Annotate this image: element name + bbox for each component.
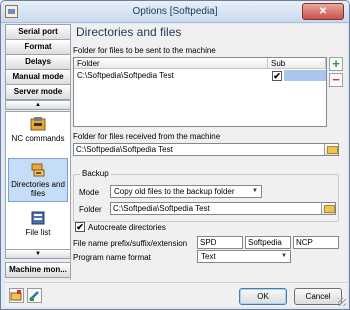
backup-mode-select[interactable]: Copy old files to the backup folder ▼ — [110, 185, 262, 198]
options-window: Options [Softpedia] ✕ Serial port Format… — [0, 0, 350, 310]
backup-folder-field[interactable]: C:\Softpedia\Softpedia Test — [110, 202, 336, 215]
sidebar-item-nc-commands[interactable]: NC commands — [8, 116, 68, 143]
row-selection-highlight — [284, 70, 326, 81]
send-folders-list[interactable]: Folder Sub C:\Softpedia\Softpedia Test ✔ — [73, 57, 327, 127]
title-bar[interactable]: Options [Softpedia] ✕ — [1, 1, 349, 23]
directories-panel: Directories and files Folder for files t… — [73, 24, 347, 282]
sidebar-item-server-mode[interactable]: Server mode — [5, 84, 71, 100]
extension-field[interactable]: NCP — [293, 236, 339, 249]
ok-button[interactable]: OK — [239, 288, 287, 305]
program-name-format-label: Program name format — [73, 253, 151, 262]
autocreate-checkbox[interactable]: ✔ — [75, 222, 85, 232]
page-title: Directories and files — [76, 25, 182, 39]
sidebar-panel: NC commands Directories and files File l… — [5, 111, 71, 257]
remove-folder-button[interactable]: − — [329, 73, 343, 87]
program-name-format-value: Text — [201, 252, 216, 261]
sidebar-scroll-up-button[interactable]: ▲ — [5, 100, 71, 110]
pencil-tool-button[interactable] — [27, 288, 42, 303]
table-row[interactable]: C:\Softpedia\Softpedia Test ✔ — [74, 70, 326, 81]
sidebar-item-manual-mode[interactable]: Manual mode — [5, 69, 71, 85]
cancel-button[interactable]: Cancel — [294, 288, 342, 305]
dialog-body: Serial port Format Delays Manual mode Se… — [5, 24, 347, 307]
receive-folder-value: C:\Softpedia\Softpedia Test — [76, 145, 173, 154]
program-name-format-select[interactable]: Text ▼ — [197, 250, 291, 263]
send-folder-label: Folder for files to be sent to the machi… — [73, 46, 216, 55]
browse-folder-icon[interactable] — [324, 144, 338, 155]
pencil-icon — [29, 291, 39, 301]
backup-folder-label: Folder — [79, 205, 102, 214]
receive-folder-label: Folder for files received from the machi… — [73, 132, 221, 141]
prefix-field[interactable]: SPD — [197, 236, 243, 249]
autocreate-label: Autocreate directories — [88, 223, 166, 232]
suffix-field[interactable]: Softpedia — [245, 236, 291, 249]
sidebar-item-label: NC commands — [11, 134, 65, 143]
window-title: Options [Softpedia] — [132, 6, 218, 17]
add-folder-button[interactable]: + — [329, 57, 343, 71]
backup-folder-value: C:\Softpedia\Softpedia Test — [113, 204, 210, 213]
column-header-sub[interactable]: Sub — [268, 58, 326, 69]
sidebar-item-serial-port[interactable]: Serial port — [5, 24, 71, 40]
sidebar-item-directories-and-files[interactable]: Directories and files — [8, 158, 68, 202]
resize-grip[interactable] — [338, 298, 346, 306]
backup-mode-value: Copy old files to the backup folder — [114, 187, 235, 196]
receive-folder-field[interactable]: C:\Softpedia\Softpedia Test — [73, 143, 339, 156]
column-header-folder[interactable]: Folder — [74, 58, 268, 69]
dialog-footer: OK Cancel — [5, 282, 347, 307]
backup-group-label: Backup — [80, 169, 111, 178]
nc-commands-icon — [30, 117, 46, 131]
chevron-down-icon: ▼ — [252, 188, 258, 194]
folder-edit-icon — [10, 290, 22, 301]
folder-files-icon — [31, 163, 45, 177]
sidebar-item-format[interactable]: Format — [5, 39, 71, 55]
sidebar-item-label: Directories and files — [11, 180, 65, 198]
sidebar-item-label: File list — [25, 228, 51, 237]
folder-tool-button[interactable] — [9, 288, 24, 303]
sidebar-scroll-down-button[interactable]: ▼ — [5, 249, 71, 259]
sidebar-item-delays[interactable]: Delays — [5, 54, 71, 70]
backup-mode-label: Mode — [79, 188, 100, 197]
browse-folder-icon[interactable] — [321, 203, 335, 214]
options-sidebar: Serial port Format Delays Manual mode Se… — [5, 24, 71, 280]
chevron-down-icon: ▼ — [281, 253, 287, 259]
row-folder: C:\Softpedia\Softpedia Test — [77, 71, 174, 80]
list-header: Folder Sub — [74, 58, 326, 69]
sidebar-item-machine-monitor[interactable]: Machine mon... — [5, 262, 71, 278]
sidebar-item-file-list[interactable]: File list — [8, 210, 68, 237]
close-button[interactable]: ✕ — [302, 3, 344, 20]
prefix-suffix-label: File name prefix/suffix/extension — [73, 239, 188, 248]
backup-group: Backup Mode Copy old files to the backup… — [73, 169, 339, 222]
row-sub-checkbox[interactable]: ✔ — [272, 71, 282, 81]
file-list-icon — [31, 211, 45, 225]
